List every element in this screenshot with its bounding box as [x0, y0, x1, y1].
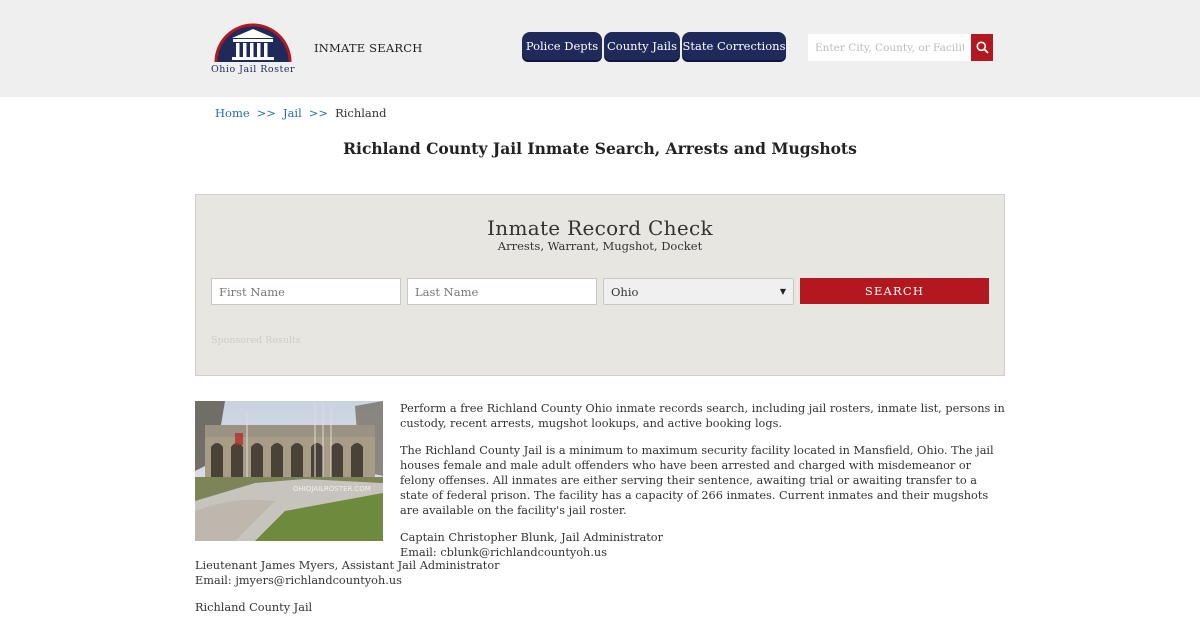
nav-police-depts[interactable]: Police Depts: [522, 32, 602, 60]
last-name-input[interactable]: [407, 278, 597, 305]
sponsored-results-label: Sponsored Results: [211, 335, 301, 346]
breadcrumb-separator: >>: [308, 106, 329, 120]
panel-title: Inmate Record Check: [487, 216, 713, 240]
additional-contacts: Lieutenant James Myers, Assistant Jail A…: [195, 558, 1005, 620]
facility-name: Richland County Jail: [195, 601, 313, 614]
nav-county-jails[interactable]: County Jails: [604, 32, 680, 60]
facility-paragraph: The Richland County Jail is a minimum to…: [400, 444, 994, 517]
panel-subtitle: Arrests, Warrant, Mugshot, Docket: [497, 239, 703, 253]
site-logo[interactable]: Ohio Jail Roster: [208, 20, 298, 76]
header-search-button[interactable]: [971, 34, 993, 61]
jail-building-photo: OHIOJAILROSTER.COM: [195, 401, 383, 541]
search-icon: [976, 41, 989, 54]
jail-building-image: OHIOJAILROSTER.COM: [195, 401, 383, 541]
state-select[interactable]: Ohio ▼: [603, 278, 794, 305]
chevron-down-icon: ▼: [779, 287, 786, 296]
header-search: [808, 34, 993, 61]
page-title: Richland County Jail Inmate Search, Arre…: [343, 139, 857, 158]
search-button[interactable]: SEARCH: [800, 278, 989, 304]
assistant-email: Email: jmyers@richlandcountyoh.us: [195, 574, 402, 587]
state-select-value: Ohio: [611, 284, 639, 299]
photo-watermark: OHIOJAILROSTER.COM: [293, 485, 371, 493]
breadcrumb-current: Richland: [335, 106, 387, 120]
breadcrumb-separator: >>: [256, 106, 276, 120]
breadcrumb-home[interactable]: Home: [215, 106, 250, 120]
site-header: Ohio Jail Roster INMATE SEARCH Police De…: [0, 0, 1200, 97]
facility-description: Perform a free Richland County Ohio inma…: [400, 401, 1006, 572]
administrator-name: Captain Christopher Blunk, Jail Administ…: [400, 531, 664, 544]
courthouse-logo-icon: [214, 23, 292, 63]
main-nav: Police Depts County Jails State Correcti…: [522, 32, 786, 60]
nav-state-corrections[interactable]: State Corrections: [682, 32, 786, 60]
first-name-input[interactable]: [211, 278, 401, 305]
administrator-contact: Captain Christopher Blunk, Jail Administ…: [400, 530, 1006, 560]
assistant-name: Lieutenant James Myers, Assistant Jail A…: [195, 559, 500, 572]
facility-search-input[interactable]: [808, 34, 971, 61]
inmate-search-link[interactable]: INMATE SEARCH: [314, 41, 422, 55]
logo-text: Ohio Jail Roster: [211, 64, 295, 75]
inmate-record-check-panel: Inmate Record Check Arrests, Warrant, Mu…: [195, 194, 1005, 376]
breadcrumb-jail[interactable]: Jail: [283, 106, 302, 120]
intro-paragraph: Perform a free Richland County Ohio inma…: [400, 402, 1005, 430]
breadcrumb: Home >> Jail >> Richland: [215, 106, 387, 120]
assistant-contact: Lieutenant James Myers, Assistant Jail A…: [195, 558, 1005, 588]
